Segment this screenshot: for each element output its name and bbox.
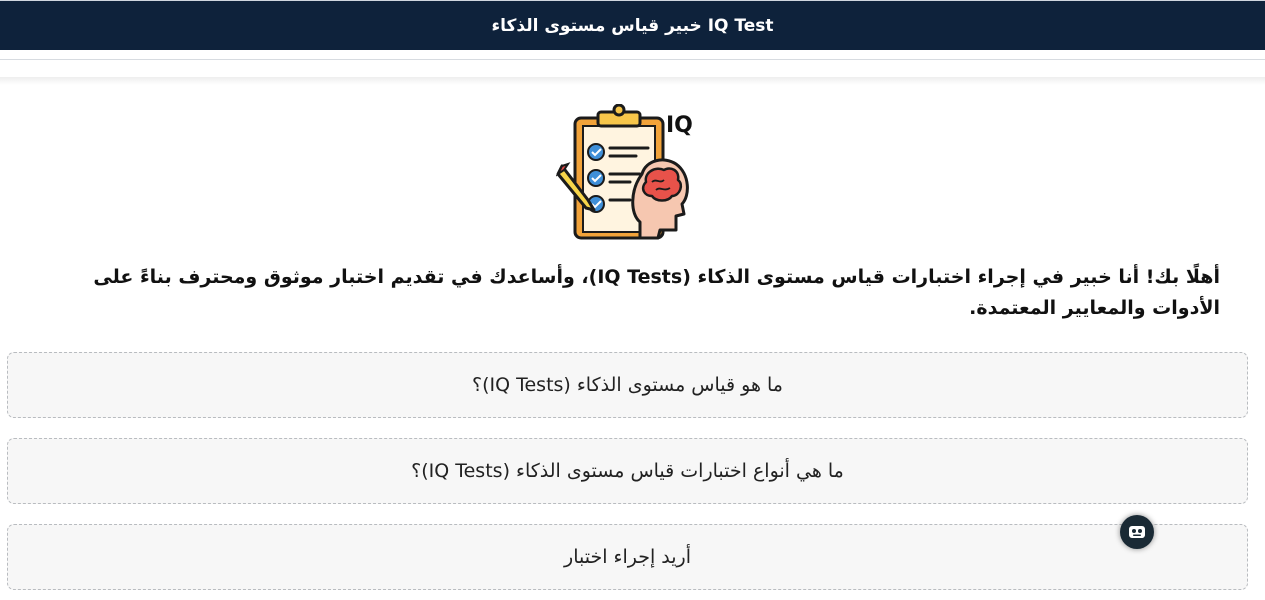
suggestion-option[interactable]: ما هو قياس مستوى الذكاء (IQ Tests)؟ <box>7 352 1248 418</box>
suggestion-option-label: أريد إجراء اختبار <box>564 546 691 568</box>
header-divider <box>0 51 1265 60</box>
suggestion-option[interactable]: أريد إجراء اختبار <box>7 524 1248 590</box>
chat-bot-button[interactable] <box>1120 515 1154 549</box>
suggestion-option-label: ما هي أنواع اختبارات قياس مستوى الذكاء (… <box>411 460 844 482</box>
intro-message: أهلًا بك! أنا خبير في إجراء اختبارات قيا… <box>93 266 1220 319</box>
content-top-divider <box>0 77 1265 85</box>
suggestion-option-label: ما هو قياس مستوى الذكاء (IQ Tests)؟ <box>472 374 783 396</box>
suggestion-option[interactable]: ما هي أنواع اختبارات قياس مستوى الذكاء (… <box>7 438 1248 504</box>
chat-bot-icon <box>1129 526 1145 538</box>
app-header: خبير قياس مستوى الذكاء IQ Test <box>0 0 1265 50</box>
svg-text:IQ: IQ <box>666 113 693 138</box>
page-title: خبير قياس مستوى الذكاء IQ Test <box>491 15 774 36</box>
iq-test-illustration: IQ <box>555 103 700 244</box>
iq-test-clipboard-brain-icon: IQ <box>555 103 693 240</box>
